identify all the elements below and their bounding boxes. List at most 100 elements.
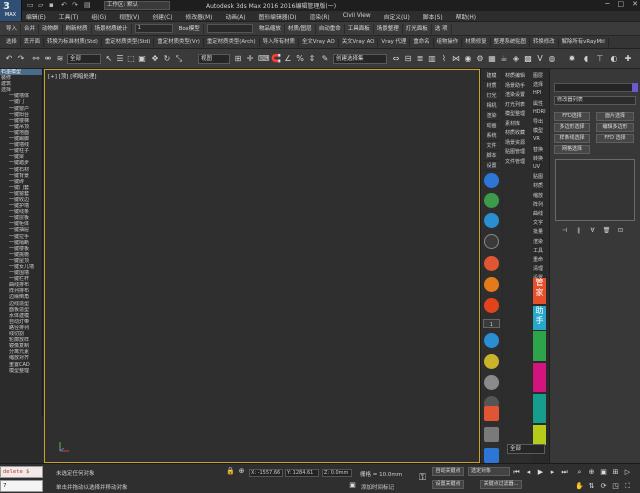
lock-selection-icon[interactable]: 🔒 (226, 466, 235, 476)
plugin-link[interactable]: 批量 (533, 228, 543, 235)
pan-icon[interactable]: ✋ (575, 481, 584, 491)
plugin-link[interactable]: 场景资源 (505, 139, 525, 146)
open-file-icon[interactable]: ▱ (38, 1, 43, 10)
reference-coord-dropdown[interactable]: 视图 (198, 54, 230, 64)
toolbar-button[interactable]: 材质修复 (462, 37, 491, 47)
percent-snap-icon[interactable]: % (295, 54, 305, 64)
vray-render-icon[interactable]: V (535, 54, 545, 64)
menu-item[interactable]: 编辑(E) (26, 12, 46, 21)
color-bar[interactable] (533, 363, 546, 392)
plugin-link[interactable]: 模型 (533, 127, 543, 134)
toolbar-button[interactable]: 丢开面 (21, 37, 44, 47)
modifier-button[interactable]: 面片选择 (596, 112, 634, 121)
menu-item[interactable]: 修改器(M) (186, 12, 213, 21)
unlink-icon[interactable]: ⚮ (43, 54, 53, 64)
select-by-name-icon[interactable]: ☰ (115, 54, 125, 64)
plugin-link[interactable]: 渲染设置 (505, 91, 525, 98)
zoom-extents-all-icon[interactable]: ⊞ (611, 467, 620, 477)
color-bar[interactable]: 管家 (533, 278, 546, 304)
rect-selection-icon[interactable]: ⬚ (126, 54, 136, 64)
move-icon[interactable]: ✥ (150, 54, 160, 64)
save-file-icon[interactable]: ▪ (49, 1, 54, 10)
toolbar-button[interactable]: Vray 代理 (378, 37, 411, 47)
plugin-link[interactable]: 模型整理 (505, 110, 525, 117)
pen-tool-icon[interactable] (484, 173, 499, 188)
walk-through-icon[interactable]: ⇅ (587, 481, 596, 491)
toolbar-button[interactable]: 灯光面板 (403, 23, 432, 34)
utilities-panel-icon[interactable]: ✚ (623, 54, 633, 64)
rendered-frame-icon[interactable]: ▦ (487, 54, 497, 64)
go-to-start-icon[interactable]: ⏮ (512, 467, 521, 477)
plugin-link[interactable]: 贴图管理 (505, 148, 525, 155)
toolbar-button[interactable]: 关文Vray AO (339, 37, 379, 47)
plugin-link[interactable]: 渲染 (533, 238, 543, 245)
vertical-tab[interactable]: 设置 (483, 161, 500, 171)
prev-frame-icon[interactable]: ◂ (524, 467, 533, 477)
minimize-icon[interactable]: ─ (605, 0, 609, 11)
maxscript-listener-input[interactable]: delete $ (0, 466, 43, 478)
render-production-icon[interactable]: ☕ (499, 54, 509, 64)
pivot-center-icon[interactable]: ⊞ (233, 54, 243, 64)
plugin-link[interactable]: 阵列 (533, 201, 543, 208)
menu-item[interactable]: 图形编辑器(D) (259, 12, 297, 21)
vray-ipr-icon[interactable]: ◍ (547, 54, 557, 64)
vray-frame-buffer-icon[interactable]: ▩ (523, 54, 533, 64)
maxscript-listener-output[interactable]: 7 (0, 480, 43, 492)
toolbar-button[interactable]: 合并 (21, 23, 40, 34)
maximize-icon[interactable]: □ (618, 0, 625, 11)
menu-item[interactable]: Civil View (343, 13, 371, 19)
new-file-icon[interactable]: ▭ (27, 1, 34, 10)
color-bar[interactable]: 助手 (533, 306, 546, 330)
manipulate-icon[interactable]: ✛ (245, 54, 255, 64)
toolbar-button[interactable]: 动物群 (39, 23, 63, 34)
plugin-link[interactable]: 清理 (533, 265, 543, 272)
link-icon[interactable]: ⚯ (31, 54, 41, 64)
left-panel-item[interactable]: 模型整理 (0, 368, 42, 374)
select-object-icon[interactable]: ↖ (104, 54, 114, 64)
align-icon[interactable]: ⊟ (403, 54, 413, 64)
redo-icon[interactable]: ↷ (72, 1, 78, 10)
plugin-link[interactable]: 替换 (533, 146, 543, 153)
keyboard-shortcut-icon[interactable]: ⌨ (258, 54, 270, 64)
fire-icon[interactable] (484, 298, 499, 313)
zoom-extents-icon[interactable]: ▣ (599, 467, 608, 477)
plugin-link[interactable]: 属性 (533, 100, 543, 107)
bottom-filter-dropdown[interactable]: 全部 (507, 444, 545, 454)
modifier-button[interactable]: FFD 选择 (596, 134, 634, 143)
absolute-mode-icon[interactable]: ⊕ (237, 466, 246, 476)
z-coordinate-field[interactable]: Z: 0.0mm (322, 469, 352, 477)
set-key-button[interactable]: 设置关键点 (432, 480, 464, 489)
named-selection-set-dropdown[interactable]: 创建选择集 (333, 54, 387, 64)
plugin-link[interactable]: HPI (533, 90, 541, 96)
material-editor-icon[interactable]: ◉ (463, 54, 473, 64)
toolbar-button[interactable]: 重定材质类型(Vr) (154, 37, 204, 47)
next-frame-icon[interactable]: ▸ (548, 467, 557, 477)
plugin-link[interactable]: 文字 (533, 219, 543, 226)
plugin-link[interactable]: 转换 (533, 155, 543, 162)
spinner-snap-icon[interactable]: ⇕ (307, 54, 317, 64)
vertical-tab[interactable]: 灯光 (483, 91, 500, 101)
mirror-icon[interactable]: ⇔ (391, 54, 401, 64)
layers-icon[interactable] (484, 427, 499, 442)
plugin-link[interactable]: 导出 (533, 118, 543, 125)
plugin-link[interactable]: 重命 (533, 256, 543, 263)
toolbar-button[interactable]: 重定材质类型(Std) (102, 37, 155, 47)
modifier-button[interactable]: 网格选择 (554, 145, 590, 154)
undo-icon[interactable]: ↶ (4, 54, 14, 64)
redo-icon[interactable]: ↷ (16, 54, 26, 64)
plugin-link[interactable]: 曲线 (533, 210, 543, 217)
toolbar-button[interactable]: 材质/图层 (285, 23, 316, 34)
layer-manager-icon[interactable]: ≣ (415, 54, 425, 64)
toolbar-button[interactable]: 转换修改 (530, 37, 559, 47)
slash-icon[interactable] (484, 375, 499, 390)
viewport-top[interactable]: [+] [顶] [明暗处理] (44, 69, 480, 463)
toolbar-button[interactable]: Box模型 (176, 23, 204, 34)
vertical-tab[interactable]: 脚本 (483, 151, 500, 161)
link-chain-icon[interactable] (484, 256, 499, 271)
time-config-icon[interactable]: ◳ (611, 481, 620, 491)
edit-named-selection-icon[interactable]: ✎ (320, 54, 330, 64)
toolbar-button[interactable]: 导入 (3, 23, 22, 34)
schematic-view-icon[interactable]: ⋈ (451, 54, 461, 64)
selection-filter-dropdown[interactable]: 全部 (67, 54, 101, 64)
plugin-link[interactable]: VR (533, 136, 540, 142)
